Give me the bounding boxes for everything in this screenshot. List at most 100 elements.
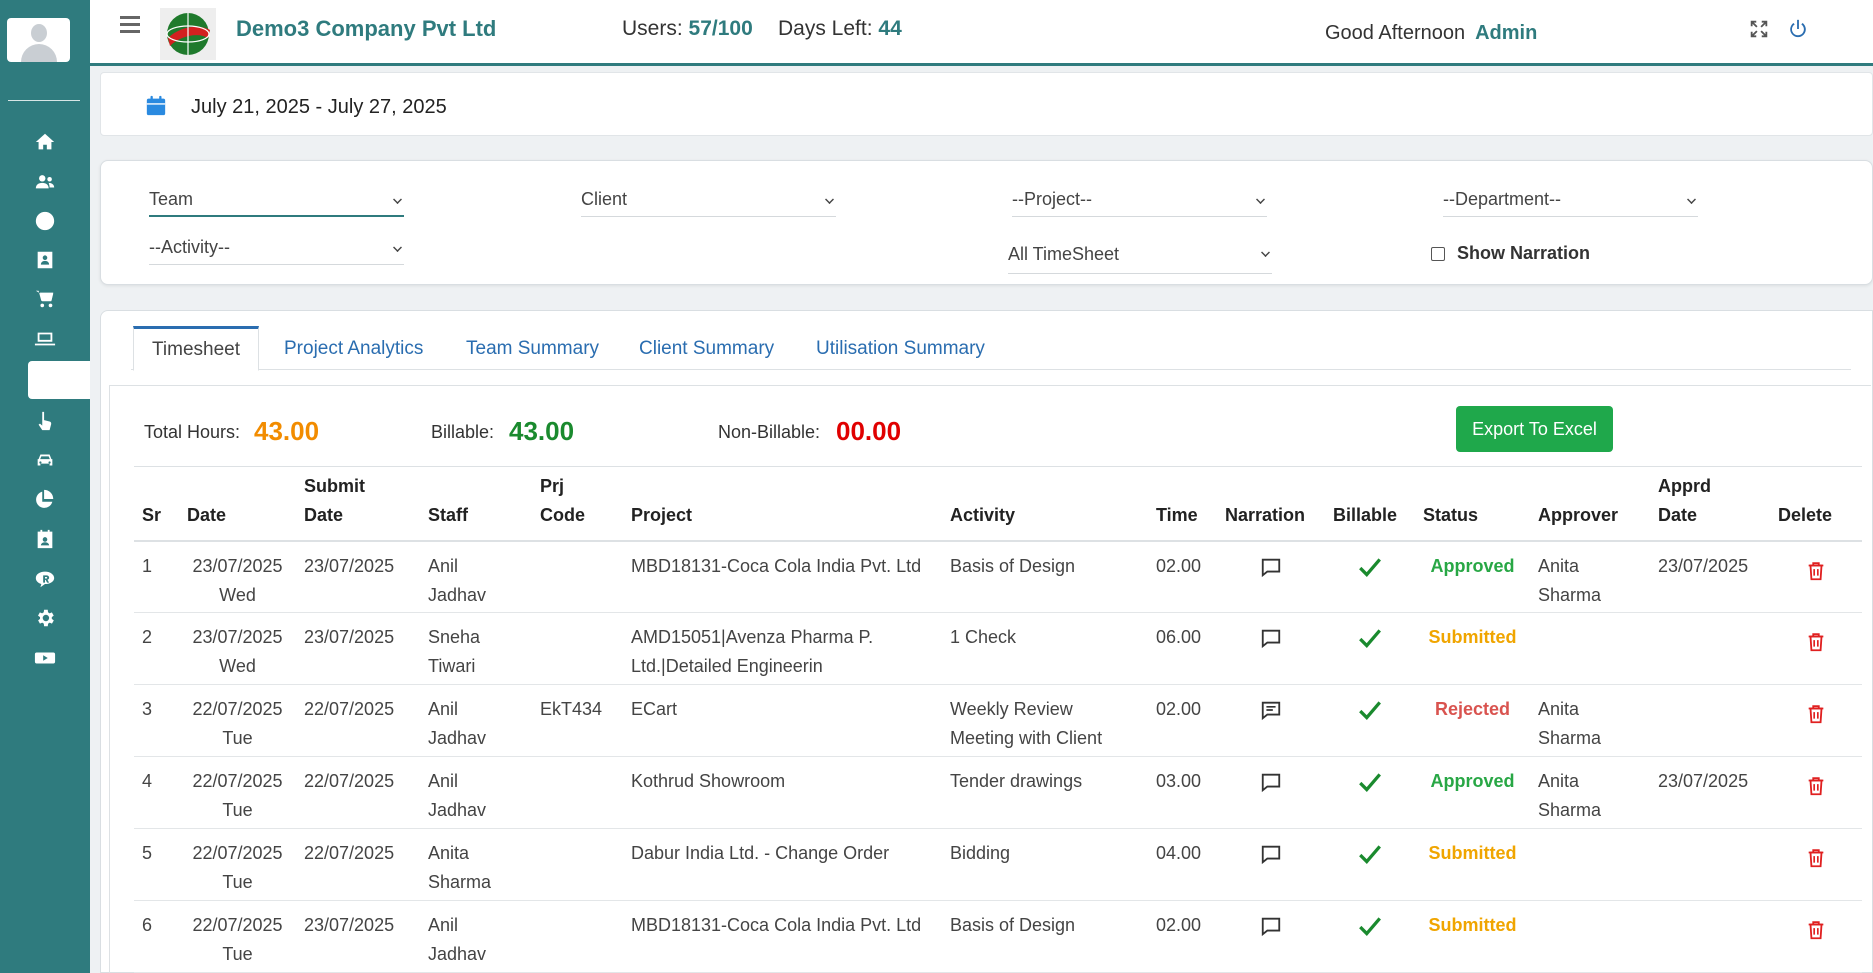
cart-icon[interactable] <box>30 287 60 311</box>
col-sr[interactable]: Sr <box>134 466 179 542</box>
table-row[interactable]: 4 22/07/2025 Tue 22/07/2025 Anil Jadhav Kothru… <box>134 756 1862 829</box>
power-icon[interactable] <box>1787 18 1809 40</box>
cell-narration[interactable] <box>1217 828 1325 901</box>
col-activity[interactable]: Activity <box>942 466 1148 542</box>
activity-select[interactable]: --Activity-- <box>149 231 404 265</box>
cell-staff-first: Anita <box>428 843 470 863</box>
col-prj-code[interactable]: Prj Code <box>532 466 623 542</box>
cell-delete[interactable] <box>1770 828 1862 901</box>
chevron-down-icon <box>393 195 402 204</box>
avatar[interactable] <box>7 18 70 62</box>
registered-icon[interactable] <box>30 567 60 591</box>
cell-narration[interactable] <box>1217 684 1325 757</box>
date-range-text[interactable]: July 21, 2025 - July 27, 2025 <box>191 96 447 119</box>
col-submit-line1: Submit <box>304 475 365 496</box>
cell-narration[interactable] <box>1217 756 1325 829</box>
comment-icon[interactable] <box>1260 627 1282 649</box>
col-status[interactable]: Status <box>1415 466 1530 542</box>
youtube-icon[interactable] <box>30 646 60 670</box>
table-row[interactable]: 3 22/07/2025 Tue 22/07/2025 Anil Jadhav EkT434… <box>134 684 1862 757</box>
table-row[interactable]: 2 23/07/2025 Wed 23/07/2025 Sneha Tiwari AMD15… <box>134 612 1862 685</box>
pie-chart-icon[interactable] <box>30 487 60 511</box>
cell-date-value: 22/07/2025 <box>192 915 283 935</box>
cell-delete[interactable] <box>1770 756 1862 829</box>
trash-icon[interactable] <box>1805 703 1827 725</box>
cell-project-line2: Ltd.|Detailed Engineerin <box>631 656 823 676</box>
col-project[interactable]: Project <box>623 466 942 542</box>
calendar-user-icon[interactable] <box>30 527 60 551</box>
col-time[interactable]: Time <box>1148 466 1217 542</box>
cell-sr: 3 <box>134 684 179 757</box>
laptop-icon[interactable] <box>30 327 60 351</box>
cell-staff-last: Tiwari <box>428 656 476 676</box>
table-row[interactable]: 6 22/07/2025 Tue 23/07/2025 Anil Jadhav MBD181… <box>134 900 1862 973</box>
trash-icon[interactable] <box>1805 775 1827 797</box>
col-date[interactable]: Date <box>179 466 296 542</box>
cell-staff-last: Jadhav <box>428 944 487 964</box>
contact-card-icon[interactable] <box>30 248 60 272</box>
cell-submit-date: 23/07/2025 <box>296 900 420 973</box>
comment-icon[interactable] <box>1260 915 1282 937</box>
cell-apprd-date <box>1650 612 1770 685</box>
department-select[interactable]: --Department-- <box>1443 183 1698 217</box>
cell-staff-last: Sharma <box>428 872 492 892</box>
cell-narration[interactable] <box>1217 900 1325 973</box>
comment-lines-icon[interactable] <box>1260 699 1282 721</box>
car-icon[interactable] <box>30 448 60 472</box>
cell-date: 22/07/2025 Tue <box>179 756 296 829</box>
main-panel: Timesheet Project Analytics Team Summary… <box>100 310 1873 973</box>
gear-icon[interactable] <box>30 606 60 630</box>
calendar-icon[interactable] <box>145 95 167 117</box>
cell-billable <box>1325 612 1415 685</box>
tab-team-summary[interactable]: Team Summary <box>466 326 599 370</box>
trash-icon[interactable] <box>1805 919 1827 941</box>
tab-project-analytics[interactable]: Project Analytics <box>284 326 423 370</box>
cell-delete[interactable] <box>1770 900 1862 973</box>
cell-delete[interactable] <box>1770 684 1862 757</box>
col-apprd-date[interactable]: Apprd Date <box>1650 466 1770 542</box>
cell-delete[interactable] <box>1770 612 1862 685</box>
table-row[interactable]: 5 22/07/2025 Tue 22/07/2025 Anita Sharma Dabur… <box>134 828 1862 901</box>
trash-icon[interactable] <box>1805 631 1827 653</box>
date-range-bar[interactable]: July 21, 2025 - July 27, 2025 <box>100 72 1873 136</box>
cell-narration[interactable] <box>1217 540 1325 613</box>
cell-delete[interactable] <box>1770 540 1862 613</box>
col-narration[interactable]: Narration <box>1217 466 1325 542</box>
export-to-excel-button[interactable]: Export To Excel <box>1456 406 1613 452</box>
fullscreen-icon[interactable] <box>1748 18 1770 40</box>
users-count: Users: 57/100 <box>622 17 753 41</box>
cell-approver-first: Anita <box>1538 771 1580 791</box>
cell-day: Tue <box>222 872 253 892</box>
tab-utilisation-summary[interactable]: Utilisation Summary <box>816 326 985 370</box>
client-select[interactable]: Client <box>581 183 836 217</box>
billable-value: 43.00 <box>509 416 575 446</box>
table-row[interactable]: 1 23/07/2025 Wed 23/07/2025 Anil Jadhav MBD181… <box>134 540 1862 613</box>
checkbox-box[interactable] <box>1431 246 1445 261</box>
project-select[interactable]: --Project-- <box>1012 183 1267 217</box>
sidebar-active-item[interactable] <box>28 361 90 399</box>
tab-client-summary[interactable]: Client Summary <box>639 326 774 370</box>
hand-pointer-icon[interactable] <box>30 409 60 433</box>
timesheet-select[interactable]: All TimeSheet <box>1008 236 1272 274</box>
col-billable[interactable]: Billable <box>1325 466 1415 542</box>
team-select[interactable]: Team <box>149 183 404 217</box>
col-staff[interactable]: Staff <box>420 466 532 542</box>
tab-timesheet[interactable]: Timesheet <box>133 326 259 371</box>
hamburger-menu-icon[interactable] <box>120 16 140 33</box>
comment-icon[interactable] <box>1260 556 1282 578</box>
show-narration-checkbox[interactable]: Show Narration <box>1431 243 1590 264</box>
comment-icon[interactable] <box>1260 843 1282 865</box>
user-name[interactable]: Admin <box>1475 22 1537 44</box>
cell-narration[interactable] <box>1217 612 1325 685</box>
home-icon[interactable] <box>30 130 60 154</box>
cell-time: 06.00 <box>1148 612 1217 685</box>
col-approver[interactable]: Approver <box>1530 466 1650 542</box>
trash-icon[interactable] <box>1805 560 1827 582</box>
cell-activity-line1: Bidding <box>950 843 1011 863</box>
trash-icon[interactable] <box>1805 847 1827 869</box>
users-icon[interactable] <box>30 170 60 194</box>
comment-icon[interactable] <box>1260 771 1282 793</box>
col-submit-date[interactable]: Submit Date <box>296 466 420 542</box>
clock-icon[interactable] <box>30 209 60 233</box>
cell-project-line1: AMD15051|Avenza Pharma P. <box>631 627 874 647</box>
